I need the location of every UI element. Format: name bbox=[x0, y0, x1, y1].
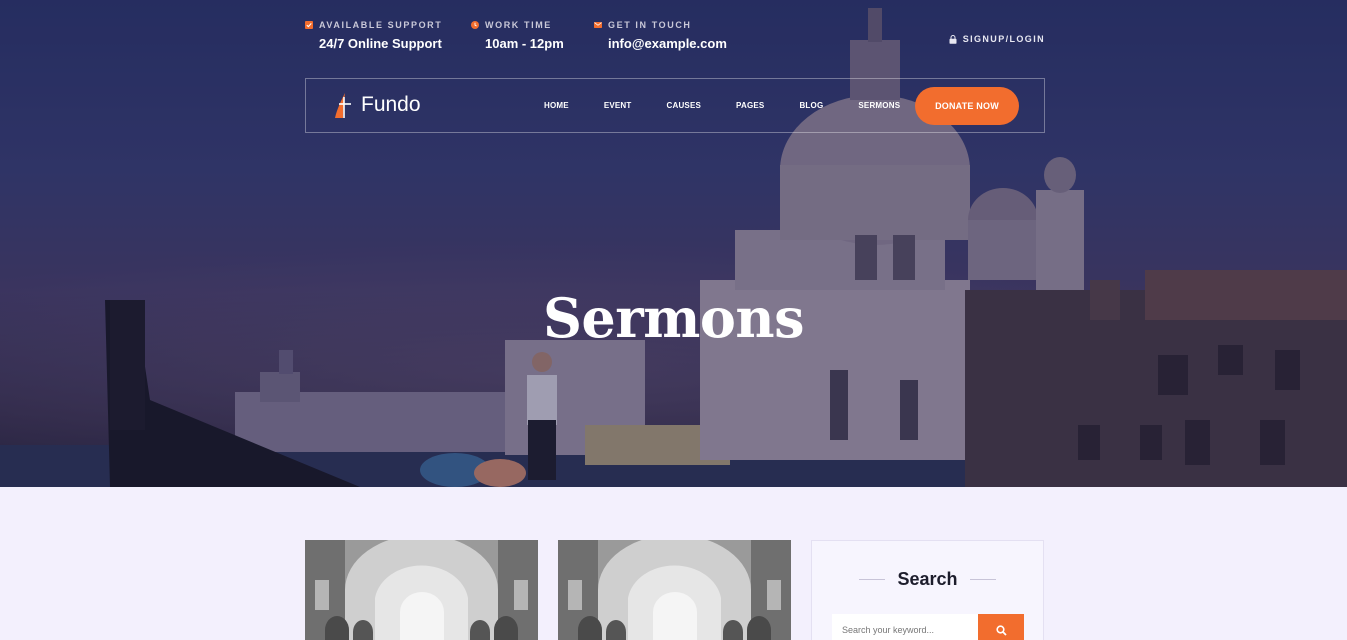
nav-item-pages[interactable]: PAGES bbox=[736, 101, 764, 110]
search-widget: Search bbox=[811, 540, 1044, 640]
envelope-icon bbox=[594, 22, 602, 28]
sermon-card-image[interactable] bbox=[558, 540, 791, 640]
widget-title-row: Search bbox=[812, 569, 1043, 590]
sermon-card-image[interactable] bbox=[305, 540, 538, 640]
work-time-value: 10am - 12pm bbox=[485, 36, 564, 51]
clock-icon bbox=[471, 21, 479, 29]
widget-title: Search bbox=[897, 569, 958, 589]
church-interior-image bbox=[305, 540, 538, 640]
contact-info: GET IN TOUCH info@example.com bbox=[594, 20, 727, 51]
nav-item-event[interactable]: EVENT bbox=[604, 101, 632, 110]
support-value: 24/7 Online Support bbox=[319, 36, 442, 51]
nav-item-sermons[interactable]: SERMONS bbox=[858, 101, 900, 110]
title-divider-left bbox=[859, 579, 886, 580]
brand-mark-icon bbox=[335, 93, 351, 118]
nav-item-blog[interactable]: BLOG bbox=[799, 101, 823, 110]
work-label-row: WORK TIME bbox=[471, 20, 564, 30]
brand-logo[interactable]: Fundo bbox=[331, 91, 421, 119]
contact-email[interactable]: info@example.com bbox=[594, 36, 727, 51]
checkbox-icon bbox=[305, 21, 313, 29]
contact-label: GET IN TOUCH bbox=[608, 20, 692, 30]
nav-item-home[interactable]: HOME bbox=[544, 101, 569, 110]
signup-login-label: SIGNUP/LOGIN bbox=[962, 34, 1045, 44]
brand-name: Fundo bbox=[361, 93, 421, 116]
contact-label-row: GET IN TOUCH bbox=[594, 20, 727, 30]
hero-overlay bbox=[0, 0, 1347, 487]
nav-menu: HOME EVENT CAUSES PAGES BLOG SERMONS bbox=[544, 79, 900, 132]
main-navbar: Fundo HOME EVENT CAUSES PAGES BLOG SERMO… bbox=[305, 78, 1045, 133]
lock-icon bbox=[949, 34, 957, 44]
top-info-bar: AVAILABLE SUPPORT 24/7 Online Support WO… bbox=[305, 20, 1045, 60]
page-title: Sermons bbox=[542, 286, 805, 350]
support-label-row: AVAILABLE SUPPORT bbox=[305, 20, 442, 30]
title-divider-right bbox=[969, 579, 996, 580]
search-icon bbox=[995, 624, 1007, 636]
work-time-label: WORK TIME bbox=[485, 20, 552, 30]
support-info: AVAILABLE SUPPORT 24/7 Online Support bbox=[305, 20, 442, 51]
signup-login-link[interactable]: SIGNUP/LOGIN bbox=[949, 34, 1045, 44]
church-interior-image bbox=[558, 540, 791, 640]
support-label: AVAILABLE SUPPORT bbox=[319, 20, 443, 30]
nav-item-causes[interactable]: CAUSES bbox=[666, 101, 701, 110]
search-input[interactable] bbox=[832, 614, 978, 640]
donate-now-button[interactable]: DONATE NOW bbox=[915, 87, 1019, 125]
search-button[interactable] bbox=[978, 614, 1024, 640]
work-time-info: WORK TIME 10am - 12pm bbox=[471, 20, 564, 51]
hero-banner bbox=[0, 0, 1347, 487]
